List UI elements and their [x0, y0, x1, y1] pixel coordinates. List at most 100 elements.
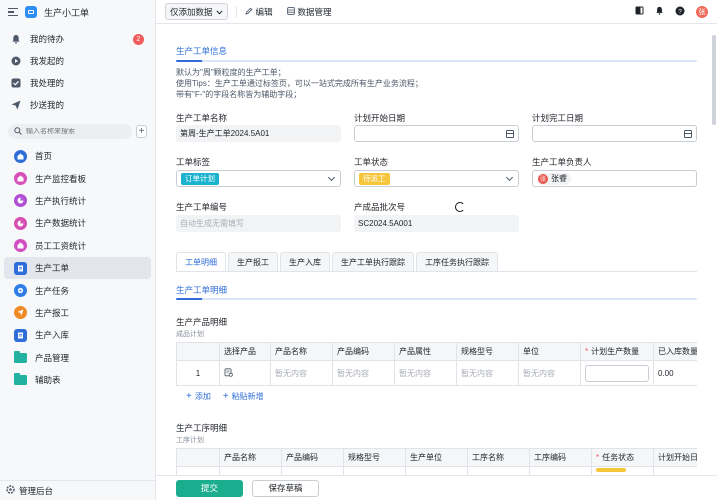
order-status-select[interactable]: 待派工 — [354, 170, 519, 187]
tab-warehousing[interactable]: 生产入库 — [280, 252, 330, 271]
table-cell — [282, 467, 344, 475]
calendar-icon — [684, 129, 692, 138]
nav-item-wage-stats[interactable]: 员工工资统计 — [4, 235, 151, 257]
batch-no-field[interactable]: SC2024.5A001 — [354, 215, 519, 232]
user-avatar[interactable]: 张 — [696, 5, 708, 18]
picker-icon[interactable] — [224, 367, 233, 379]
data-manage-button[interactable]: 数据管理 — [286, 6, 332, 18]
plan-end-date-picker[interactable] — [532, 125, 697, 142]
table-cell — [344, 467, 406, 475]
plan-start-date-picker[interactable] — [354, 125, 519, 142]
nav-item-data-stats[interactable]: 生产数据统计 — [4, 212, 151, 234]
section-title-order-detail: 生产工单明细 — [176, 285, 228, 295]
search-input[interactable] — [26, 128, 126, 135]
owner-chip: 张 张睿 — [537, 172, 571, 185]
view-mode-select[interactable]: 仅添加数据 — [165, 3, 228, 20]
nav-item-label: 生产执行统计 — [35, 195, 87, 206]
view-mode-label: 仅添加数据 — [170, 6, 213, 17]
tab-order-tracking[interactable]: 生产工单执行跟踪 — [332, 252, 414, 271]
quick-menu: 我的待办 2 我发起的 我处理的 抄送我的 — [0, 24, 155, 116]
scrollbar-thumb[interactable] — [712, 35, 716, 125]
save-draft-button[interactable]: 保存草稿 — [252, 479, 319, 497]
nav-item-warehousing[interactable]: 生产入库 — [4, 324, 151, 346]
table-header-row: 产品名称 产品编码 规格型号 生产单位 工序名称 工序编码 * 任务状态 计划开始… — [177, 449, 697, 467]
pencil-icon — [244, 7, 253, 17]
send-icon — [11, 100, 21, 110]
paste-add-label: 粘贴新增 — [231, 392, 264, 401]
add-item-button[interactable]: + — [136, 125, 147, 138]
nav-item-task[interactable]: 生产任务 — [4, 279, 151, 301]
paste-add-button[interactable]: + 粘贴新增 — [223, 391, 264, 402]
owner-member-picker[interactable]: 张 张睿 — [532, 170, 697, 187]
section-underline — [176, 60, 697, 62]
row-index: 1 — [177, 361, 220, 386]
gear-icon — [14, 284, 27, 298]
table-header-cell: 产品编码 — [282, 449, 344, 467]
gear-icon — [6, 485, 15, 496]
add-row-button[interactable]: + 添加 — [186, 391, 211, 402]
submit-button[interactable]: 提交 — [176, 479, 243, 497]
field-label-batch-no: 产成品批次号 — [354, 202, 406, 212]
table-header-cell: 选择产品 — [220, 343, 271, 361]
tab-production-report[interactable]: 生产报工 — [228, 252, 278, 271]
table-cell — [177, 467, 220, 475]
edit-button[interactable]: 编辑 — [244, 6, 273, 18]
nav-item-report[interactable]: 生产报工 — [4, 302, 151, 324]
order-tag-select[interactable]: 订单计划 — [176, 170, 341, 187]
plan-qty-input[interactable] — [585, 364, 649, 382]
chevron-down-icon — [327, 173, 336, 181]
table-header-cell: 计划开始日 — [654, 449, 697, 467]
order-name-field[interactable]: 第周-生产工单2024.5A01 — [176, 125, 341, 142]
nav-item-label: 生产任务 — [35, 285, 70, 296]
quick-item-initiated[interactable]: 我发起的 — [0, 50, 155, 72]
product-table-hint: 成品计划 — [176, 331, 204, 338]
search-box[interactable] — [8, 124, 132, 139]
app-header: 生产小工单 — [0, 0, 155, 24]
process-table-title: 生产工序明细 — [176, 423, 228, 433]
home-icon — [14, 149, 27, 163]
table-header-row: 选择产品 产品名称 产品编码 产品属性 规格型号 单位 * 计划生产数量 已入库数… — [177, 343, 697, 361]
table-header-cell: 规格型号 — [344, 449, 406, 467]
quick-item-todo[interactable]: 我的待办 2 — [0, 28, 155, 50]
table-cell — [530, 467, 592, 475]
nav-item-product-manage[interactable]: 产品管理 — [4, 347, 151, 369]
admin-backend-link[interactable]: 管理后台 — [0, 480, 156, 500]
nav-item-exec-stats[interactable]: 生产执行统计 — [4, 190, 151, 212]
field-label-order-tag: 工单标签 — [176, 157, 211, 167]
calendar-icon — [506, 129, 514, 138]
panel-icon[interactable] — [635, 6, 644, 17]
help-icon[interactable]: ? — [675, 6, 685, 18]
process-table-hint: 工序计划 — [176, 437, 204, 444]
select-product-cell[interactable] — [220, 361, 271, 386]
table-header-cell-required: * 计划生产数量 — [581, 343, 654, 361]
quick-item-handled[interactable]: 我处理的 — [0, 72, 155, 94]
notification-bell-icon[interactable] — [655, 6, 664, 17]
toolbar: 仅添加数据 编辑 数据管理 ? 张 — [156, 0, 717, 24]
plan-qty-cell — [581, 361, 654, 386]
tab-order-detail[interactable]: 工单明细 — [176, 252, 226, 271]
document-icon — [14, 261, 27, 275]
avatar: 张 — [538, 173, 548, 184]
form-footer: 提交 保存草稿 — [156, 475, 717, 500]
required-mark: * — [596, 453, 600, 462]
nav-item-work-order[interactable]: 生产工单 — [4, 256, 151, 280]
table-header-cell: 生产单位 — [406, 449, 468, 467]
quick-item-cc[interactable]: 抄送我的 — [0, 94, 155, 116]
table-cell — [406, 467, 468, 475]
tab-process-task-tracking[interactable]: 工序任务执行跟踪 — [416, 252, 498, 271]
stored-qty-cell: 0.00 — [654, 361, 697, 386]
nav-item-home[interactable]: 首页 — [4, 145, 151, 167]
menu-toggle-icon[interactable] — [8, 8, 18, 16]
product-table: 选择产品 产品名称 产品编码 产品属性 规格型号 单位 * 计划生产数量 已入库数… — [176, 342, 697, 386]
nav-item-monitor-board[interactable]: 生产监控看板 — [4, 167, 151, 189]
field-label-order-status: 工单状态 — [354, 157, 389, 167]
nav-item-label: 生产数据统计 — [35, 218, 87, 229]
busy-cursor-icon — [455, 202, 465, 212]
status-chip-partial — [596, 468, 626, 472]
scrollbar[interactable] — [712, 31, 716, 461]
toolbar-divider — [235, 5, 237, 18]
nav-list: 首页 生产监控看板 生产执行统计 生产数据统计 员工工资统计 生产工单 生产任务 — [0, 145, 155, 391]
table-header-cell: 已入库数量 — [654, 343, 697, 361]
document-icon — [14, 328, 27, 342]
nav-item-aux-tables[interactable]: 辅助表 — [4, 369, 151, 391]
